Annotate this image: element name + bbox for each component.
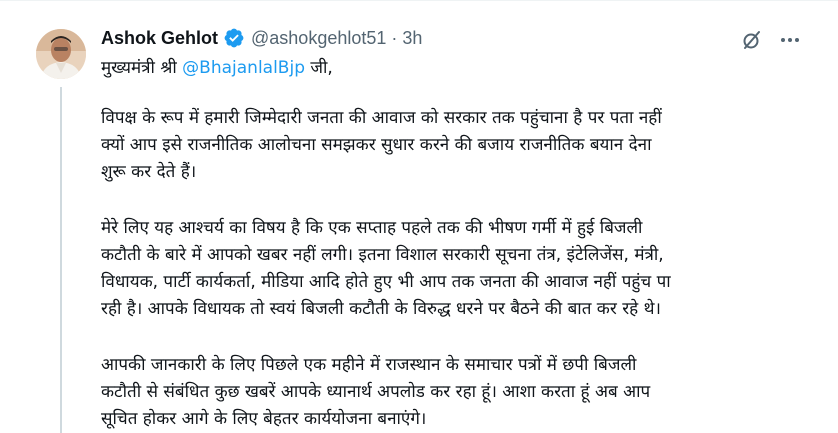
tweet-paragraph-3: आपकी जानकारी के लिए पिछले एक महीने में र… <box>101 352 801 433</box>
grok-button[interactable] <box>738 26 766 54</box>
mention-link[interactable]: @BhajanlalBjp <box>182 58 305 78</box>
salutation-suffix: जी, <box>304 58 333 78</box>
text-line: रही है। आपके विधायक तो स्वयं बिजली कटौती… <box>101 299 661 319</box>
author-handle[interactable]: @ashokgehlot51 <box>251 28 386 49</box>
avatar[interactable] <box>36 29 86 79</box>
tweet-paragraph-2: मेरे लिए यह आश्चर्य का विषय है कि एक सप्… <box>101 215 801 323</box>
thread-line <box>60 87 62 433</box>
more-options-button[interactable] <box>776 26 804 54</box>
text-line: आपकी जानकारी के लिए पिछले एक महीने में र… <box>101 355 637 375</box>
author-display-name[interactable]: Ashok Gehlot <box>101 28 218 49</box>
tweet-header: Ashok Gehlot @ashokgehlot51 · 3h <box>101 26 422 50</box>
timestamp[interactable]: 3h <box>402 28 422 49</box>
separator-dot: · <box>391 27 398 48</box>
more-dots-icon <box>781 38 799 42</box>
text-line: मेरे लिए यह आश्चर्य का विषय है कि एक सप्… <box>101 218 643 238</box>
text-line: सूचित होकर आगे के लिए बेहतर कार्ययोजना ब… <box>101 409 427 429</box>
text-line: विपक्ष के रूप में हमारी जिम्मेदारी जनता … <box>101 108 662 128</box>
salutation-prefix: मुख्यमंत्री श्री <box>101 58 183 78</box>
text-line: शुरू कर देते हैं। <box>101 162 197 182</box>
text-line: क्यों आप इसे राजनीतिक आलोचना समझकर सुधार… <box>101 135 652 155</box>
text-line: विधायक, पार्टी कार्यकर्ता, मीडिया आदि हो… <box>101 272 671 292</box>
verified-badge-icon[interactable] <box>223 27 245 49</box>
tweet-paragraph-1: विपक्ष के रूप में हमारी जिम्मेदारी जनता … <box>101 105 801 186</box>
text-line: कटौती के बारे में आपको खबर नहीं लगी। इतन… <box>101 245 664 265</box>
avatar-image <box>36 29 86 79</box>
salutation: मुख्यमंत्री श्री @BhajanlalBjp जी, <box>101 55 801 82</box>
tweet[interactable]: Ashok Gehlot @ashokgehlot51 · 3h मुख्यमं… <box>0 0 838 433</box>
text-line: कटौती से संबंधित कुछ खबरें आपके ध्यानार्… <box>101 382 651 402</box>
grok-slash-icon <box>743 31 760 49</box>
